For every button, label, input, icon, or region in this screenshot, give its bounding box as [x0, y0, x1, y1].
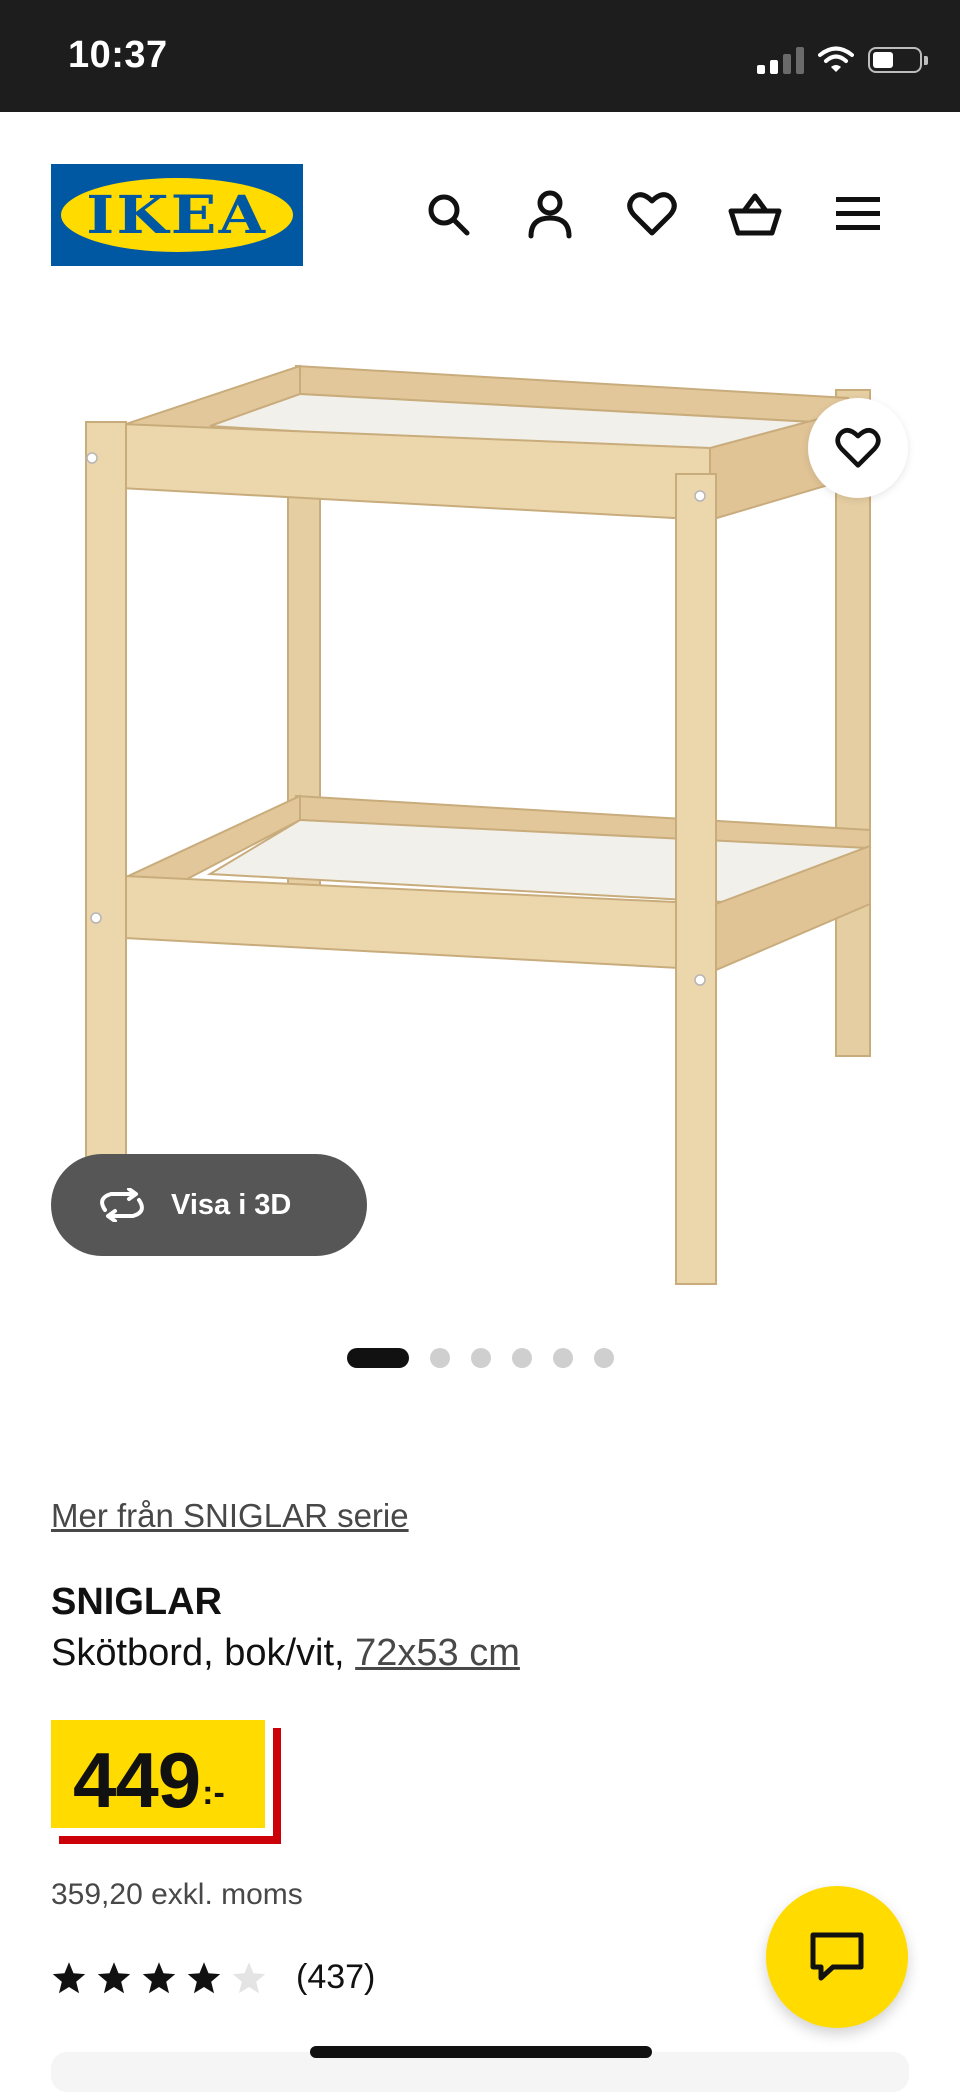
star-filled-icon [52, 1961, 86, 1993]
product-description: Skötbord, bok/vit, 72x53 cm [51, 1632, 520, 1675]
star-filled-icon [142, 1961, 176, 1993]
view-in-3d-button[interactable]: Visa i 3D [51, 1154, 367, 1256]
carousel-dot-6[interactable] [594, 1348, 614, 1368]
status-bar: 10:37 [0, 0, 960, 112]
star-filled-icon [187, 1961, 221, 1993]
logo-text: IKEA [86, 184, 268, 246]
menu-icon[interactable] [830, 186, 886, 242]
search-icon[interactable] [420, 186, 476, 242]
carousel-dot-3[interactable] [471, 1348, 491, 1368]
price: 449 [73, 1736, 201, 1824]
product-name: SNIGLAR [51, 1581, 222, 1623]
status-time: 10:37 [68, 34, 168, 76]
add-to-favourites-button[interactable] [808, 398, 908, 498]
shopping-basket-icon[interactable] [727, 186, 783, 242]
account-icon[interactable] [522, 186, 578, 242]
heart-icon [835, 428, 881, 468]
star-empty-icon [232, 1961, 266, 1993]
signal-icon [757, 46, 804, 74]
carousel-pagination[interactable] [347, 1348, 614, 1368]
size-link[interactable]: 72x53 cm [355, 1632, 520, 1674]
status-icons [757, 40, 928, 80]
series-link[interactable]: Mer från SNIGLAR serie [51, 1497, 409, 1535]
price-suffix: :- [202, 1774, 225, 1812]
star-filled-icon [97, 1961, 131, 1993]
carousel-dot-5[interactable] [553, 1348, 573, 1368]
carousel-dot-1[interactable] [347, 1348, 409, 1368]
home-indicator[interactable] [310, 2046, 652, 2058]
chat-icon [810, 1932, 864, 1981]
favourites-icon[interactable] [624, 186, 680, 242]
carousel-dot-2[interactable] [430, 1348, 450, 1368]
review-count: (437) [296, 1958, 376, 1996]
site-header: IKEA [0, 112, 960, 298]
rotate-3d-icon [100, 1188, 144, 1222]
product-type: Skötbord, bok/vit, [51, 1632, 345, 1674]
view-in-3d-label: Visa i 3D [171, 1188, 292, 1221]
chat-button[interactable] [766, 1886, 908, 2028]
battery-icon [868, 47, 928, 73]
product-image-gallery[interactable]: Visa i 3D [0, 298, 960, 1368]
wifi-icon [818, 46, 854, 72]
ikea-logo[interactable]: IKEA [51, 164, 303, 266]
carousel-dot-4[interactable] [512, 1348, 532, 1368]
product-rating[interactable]: (437) [51, 1958, 375, 1997]
next-section-card [51, 2052, 909, 2092]
price-excl-vat: 359,20 exkl. moms [51, 1878, 303, 1911]
price-tag: 449 :- [51, 1720, 273, 1836]
